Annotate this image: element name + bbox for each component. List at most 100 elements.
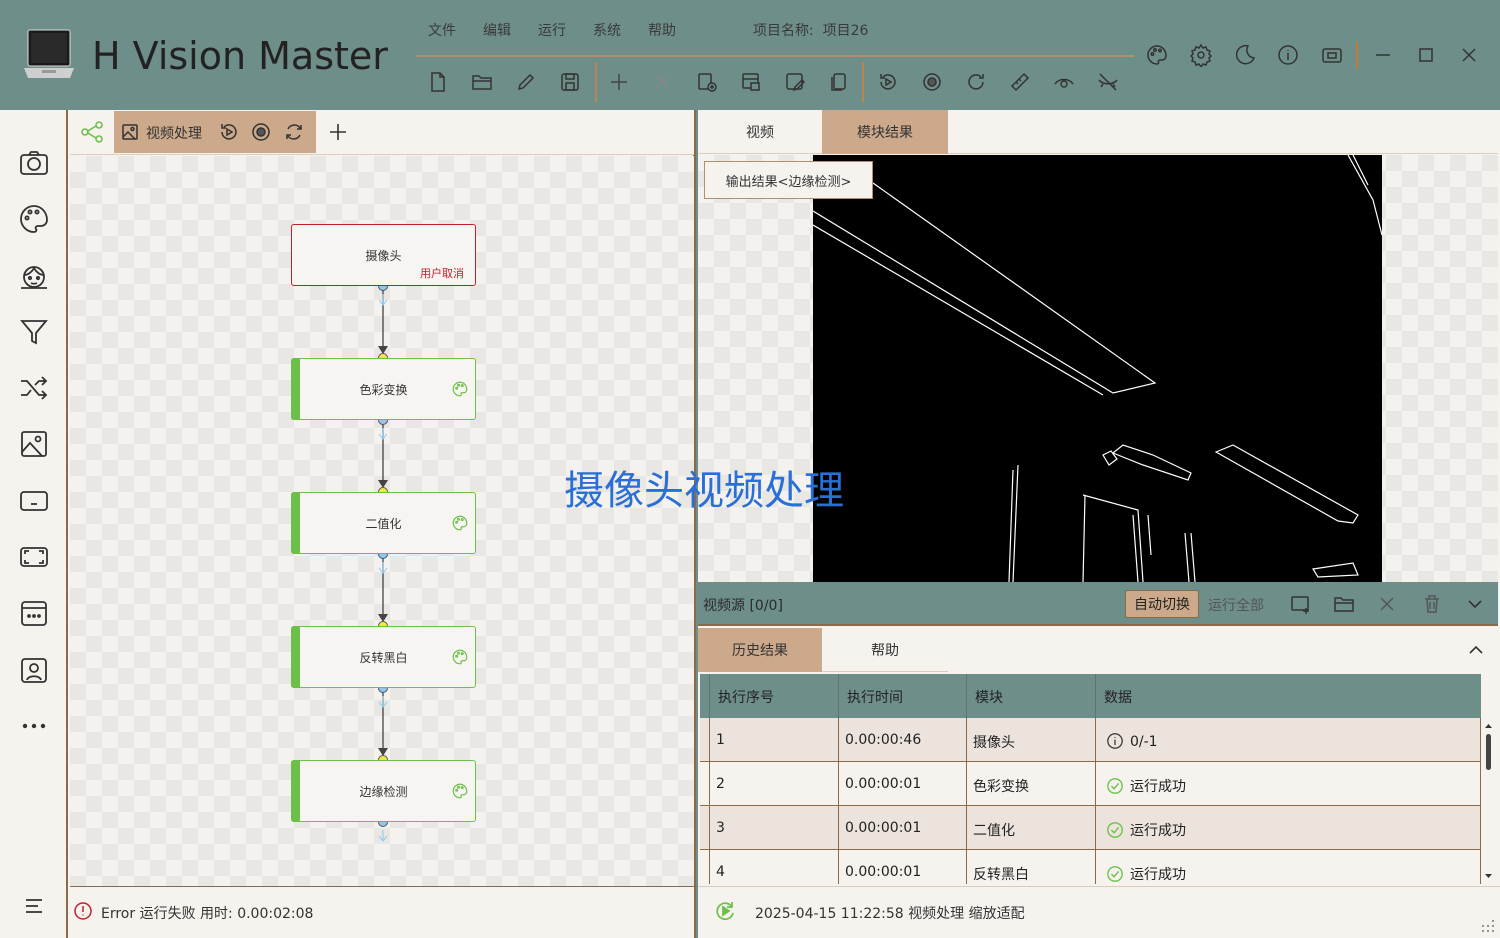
fullscreen-icon[interactable] [14,537,54,577]
node-color-transform[interactable]: 色彩变换 [291,358,476,420]
tab-history-results[interactable]: 历史结果 [698,628,822,672]
chevron-down-icon[interactable] [1461,590,1489,618]
copy-icon[interactable] [823,66,855,98]
stop-icon[interactable] [250,121,272,143]
node-binarize[interactable]: 二值化 [291,492,476,554]
table-row[interactable]: 2 0.00:00:01 色彩变换 运行成功 [700,762,1481,806]
column-header[interactable]: 执行序号 [710,674,839,718]
laptop-logo-icon [24,28,74,80]
open-folder-icon[interactable] [1330,590,1358,618]
module-settings-icon[interactable] [735,66,767,98]
node-edge-detection[interactable]: 边缘检测 [291,760,476,822]
tab-video[interactable]: 视频 [698,110,822,154]
toolbar-separator [862,62,864,102]
cell-data-text: 运行成功 [1130,779,1186,795]
run-all-button[interactable]: 运行全部 [1208,595,1264,615]
new-file-icon[interactable] [422,66,454,98]
display-icon[interactable] [14,481,54,521]
project-label-text: 项目名称: [753,23,814,39]
cell-index: 3 [710,806,839,850]
node-label: 摄像头 [365,248,402,263]
table-row[interactable]: 3 0.00:00:01 二值化 运行成功 [700,806,1481,850]
cell-data: 0/-1 [1096,718,1481,762]
flow-graph-icon[interactable] [80,121,104,143]
cell-module: 反转黑白 [967,850,1096,884]
cell-time: 0.00:00:01 [839,762,967,806]
info-icon[interactable] [1273,40,1303,70]
cell-index: 2 [710,762,839,806]
resize-grip-icon[interactable] [1480,918,1496,934]
table-row[interactable]: 4 0.00:00:01 反转黑白 运行成功 [700,850,1481,884]
output-result-button[interactable]: 输出结果<边缘检测> [704,161,873,199]
history-table: 执行序号 执行时间 模块 数据 1 0.00:00:46 摄像头 0/-1 2 … [700,674,1481,884]
loop-icon[interactable] [283,121,305,143]
hide-icon[interactable] [1092,66,1124,98]
tab-help[interactable]: 帮助 [822,628,948,672]
column-header[interactable]: 执行时间 [839,674,967,718]
column-header[interactable]: 数据 [1096,674,1481,718]
trash-icon[interactable] [1418,590,1446,618]
row-marker [700,718,710,762]
more-icon[interactable] [14,706,54,746]
menu-file[interactable]: 文件 [428,20,456,40]
minimize-icon[interactable] [1368,40,1398,70]
stop-icon[interactable] [916,66,948,98]
menu-edit[interactable]: 编辑 [483,20,511,40]
add-icon[interactable] [603,66,635,98]
run-once-icon[interactable] [218,121,240,143]
save-edit-icon[interactable] [779,66,811,98]
gear-icon[interactable] [1186,40,1216,70]
palette-icon[interactable] [14,199,54,239]
row-marker [700,806,710,850]
close-x-icon[interactable] [1373,590,1401,618]
moon-icon[interactable] [1230,40,1260,70]
refresh-icon[interactable] [960,66,992,98]
menu-run[interactable]: 运行 [538,20,566,40]
filter-icon[interactable] [14,312,54,352]
palette-icon [451,514,469,532]
row-marker [700,762,710,806]
eye-icon[interactable] [1048,66,1080,98]
chevron-up-icon[interactable] [1466,640,1486,660]
cell-module: 色彩变换 [967,762,1096,806]
measure-icon[interactable] [1004,66,1036,98]
close-window-icon[interactable] [1454,40,1484,70]
palette-icon[interactable] [1142,40,1172,70]
save-icon[interactable] [554,66,586,98]
add-module-icon[interactable] [691,66,723,98]
node-invert[interactable]: 反转黑白 [291,626,476,688]
shuffle-icon[interactable] [14,368,54,408]
project-name-value: 项目26 [822,23,869,39]
table-row[interactable]: 1 0.00:00:46 摄像头 0/-1 [700,718,1481,762]
camera-icon[interactable] [14,143,54,183]
run-success-icon [714,900,736,922]
menu-help[interactable]: 帮助 [648,20,676,40]
menu-collapse-icon[interactable] [14,886,54,926]
edit-pencil-icon[interactable] [510,66,542,98]
add-source-icon[interactable] [1287,590,1315,618]
screenshot-icon[interactable] [1317,40,1347,70]
calendar-icon[interactable] [14,593,54,633]
auto-switch-button[interactable]: 自动切换 [1125,590,1199,618]
run-once-icon[interactable] [872,66,904,98]
node-status-text: 用户取消 [420,267,464,280]
image-icon[interactable] [14,424,54,464]
menu-system[interactable]: 系统 [593,20,621,40]
contact-card-icon[interactable] [14,650,54,690]
overlay-caption: 摄像头视频处理 [564,468,844,514]
open-folder-icon[interactable] [466,66,498,98]
project-name-label: 项目名称: 项目26 [753,20,868,40]
add-tab-icon[interactable] [327,121,349,143]
column-header[interactable]: 模块 [967,674,1096,718]
cell-index: 4 [710,850,839,884]
info-icon [1106,732,1124,750]
node-label: 色彩变换 [359,382,408,397]
tab-module-result[interactable]: 模块结果 [822,110,948,154]
node-label: 反转黑白 [359,650,408,665]
table-scrollbar[interactable] [1481,718,1496,884]
close-x-icon[interactable] [646,66,678,98]
palette-icon [451,648,469,666]
face-recognition-icon[interactable] [14,256,54,296]
maximize-icon[interactable] [1411,40,1441,70]
run-status-text: Error 运行失败 用时: 0.00:02:08 [101,906,314,922]
